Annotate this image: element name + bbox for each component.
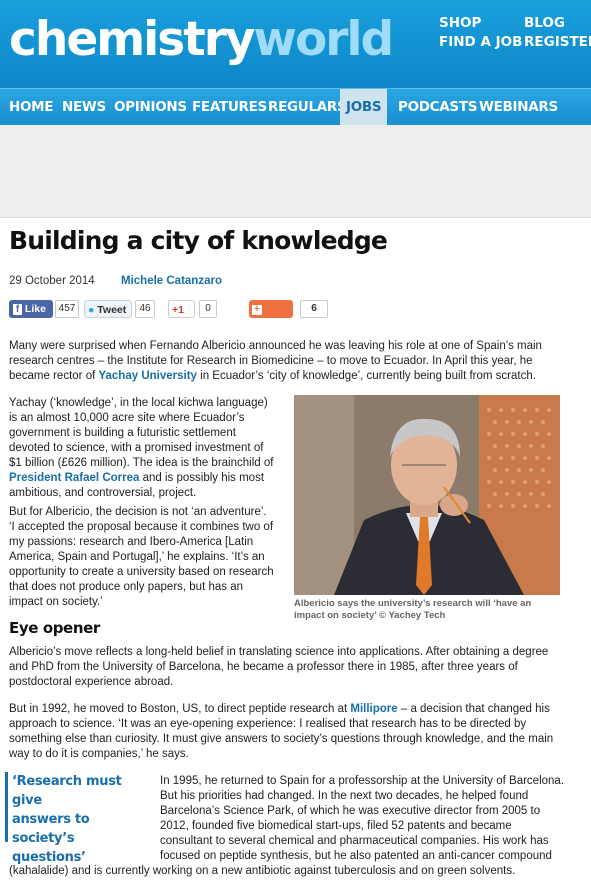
text-line: that does not produce only papers, but h… <box>9 581 243 593</box>
tweet-label: Tweet <box>97 304 127 316</box>
caption-line: impact on society’ © Yachey Tech <box>294 610 446 621</box>
text-fragment: in Ecuador’s ‘city of knowledge’, curren… <box>196 370 536 382</box>
logo-chemistry: chemistry <box>9 12 256 67</box>
paragraph-yachay: Yachay (‘knowledge’, in the local kichwa… <box>9 396 289 501</box>
millipore-link[interactable]: Millipore <box>350 703 397 715</box>
tweet-button[interactable]: ● Tweet <box>84 300 132 318</box>
blog-link[interactable]: BLOG <box>524 14 591 33</box>
twitter-bird-icon: ● <box>88 304 95 316</box>
text-fragment: and is possibly his most <box>139 472 265 484</box>
paragraph-intro: Many were surprised when Fernando Alberi… <box>9 339 584 384</box>
text-line: approach to science. ‘It was an eye-open… <box>9 718 527 730</box>
text-line: consultant to several chemical and pharm… <box>160 835 549 847</box>
text-line: government is building a futuristic sett… <box>9 427 236 439</box>
text-line: focused on peptide synthesis, but he als… <box>160 850 552 862</box>
site-logo[interactable]: chemistryworld <box>9 10 395 70</box>
top-links-right: BLOG REGISTER <box>524 14 591 52</box>
text-line: something else than curiosity. It must g… <box>9 733 554 745</box>
text-line: my passions: research and Ibero-America … <box>9 536 254 548</box>
like-count: 457 <box>55 300 79 318</box>
nav-opinions[interactable]: OPINIONS <box>114 89 187 125</box>
nav-home[interactable]: HOME <box>9 89 54 125</box>
pull-quote: ‘Research must give answers to society’s… <box>5 772 148 865</box>
logo-world: world <box>253 12 395 67</box>
text-fragment: But in 1992, he moved to Boston, US, to … <box>9 703 351 715</box>
nav-webinars[interactable]: WEBINARS <box>479 89 558 125</box>
article-author[interactable]: Michele Catanzaro <box>121 275 222 287</box>
text-fragment: – a decision that changed his <box>397 703 550 715</box>
paragraph-barcelona: In 1995, he returned to Spain for a prof… <box>160 774 585 864</box>
text-line: opportunity to create a university based… <box>9 566 274 578</box>
register-link[interactable]: REGISTER <box>524 33 591 52</box>
find-a-job-link[interactable]: FIND A JOB <box>439 33 522 52</box>
share-button[interactable]: + Share <box>249 300 293 333</box>
text-line: is an almost 10,000 acre site where Ecua… <box>9 412 245 424</box>
share-count: 6 <box>300 300 328 318</box>
text-line: became rector of Yachay University in Ec… <box>9 369 584 384</box>
text-line: devoted to science, with a promised inve… <box>9 442 264 454</box>
paragraph-boston: But in 1992, he moved to Boston, US, to … <box>9 702 584 762</box>
yachay-university-link[interactable]: Yachay University <box>98 370 196 382</box>
text-line: Barcelona’s Science Park, of which he wa… <box>160 805 541 817</box>
subheading-eye-opener: Eye opener <box>9 619 100 637</box>
share-label: Share <box>252 321 282 333</box>
paragraph-barcelona-last-line: (kahalalide) and is currently working on… <box>9 865 516 877</box>
google-plus-button[interactable]: +1 <box>168 300 195 318</box>
paragraph-belief: Albericio’s move reflects a long-held be… <box>9 645 584 690</box>
albericio-photo <box>294 395 560 595</box>
nav-news[interactable]: NEWS <box>62 89 106 125</box>
text-line: But in 1992, he moved to Boston, US, to … <box>9 702 584 717</box>
share-plus-icon: + <box>252 305 262 315</box>
site-header: chemistryworld SHOP FIND A JOB BLOG REGI… <box>0 0 591 88</box>
caption-line: Albericio says the university’s research… <box>294 598 532 609</box>
text-line: and PhD from the University of Barcelona… <box>9 661 518 673</box>
text-line: Albericio’s move reflects a long-held be… <box>9 646 549 658</box>
ad-banner-area <box>0 125 591 218</box>
text-line: But his priorities had changed. In the n… <box>160 790 529 802</box>
facebook-icon: f <box>13 304 22 315</box>
text-line: postdoctoral experience abroad. <box>9 676 174 688</box>
text-line: 2012, founded five biomedical start-ups,… <box>160 820 512 832</box>
text-line: research centres – the Institute for Res… <box>9 355 533 367</box>
like-label: Like <box>24 303 46 315</box>
text-line: $1 billion (£626 million). The idea is t… <box>9 457 274 469</box>
text-line: ambitious, and controversial, project. <box>9 487 197 499</box>
nav-jobs[interactable]: JOBS <box>340 89 388 125</box>
nav-regulars[interactable]: REGULARS <box>268 89 347 125</box>
article-date: 29 October 2014 <box>9 275 95 287</box>
google-plus-count: 0 <box>199 300 217 318</box>
text-line: way to do it is companies,’ he says. <box>9 748 189 760</box>
google-plus-label: +1 <box>172 304 184 316</box>
nav-podcasts[interactable]: PODCASTS <box>398 89 477 125</box>
text-line: Yachay (‘knowledge’, in the local kichwa… <box>9 397 268 409</box>
text-line: In 1995, he returned to Spain for a prof… <box>160 775 565 787</box>
article-title: Building a city of knowledge <box>9 226 388 255</box>
tweet-count: 46 <box>135 300 155 318</box>
main-nav: HOME NEWS OPINIONS FEATURES REGULARS JOB… <box>0 88 591 125</box>
text-line: Many were surprised when Fernando Alberi… <box>9 340 542 352</box>
text-line: America, Spain and Portugal],’ he explai… <box>9 551 265 563</box>
photo-illustration <box>294 395 560 595</box>
photo-caption: Albericio says the university’s research… <box>294 598 560 622</box>
top-links-left: SHOP FIND A JOB <box>439 14 522 52</box>
facebook-like-button[interactable]: f Like <box>9 300 53 318</box>
nav-features[interactable]: FEATURES <box>192 89 267 125</box>
shop-link[interactable]: SHOP <box>439 14 522 33</box>
text-line: President Rafael Correa and is possibly … <box>9 471 289 486</box>
share-bar: f Like 457 ● Tweet 46 +1 0 + Share 6 <box>0 300 591 333</box>
text-fragment: became rector of <box>9 370 99 382</box>
text-line: But for Albericio, the decision is not ‘… <box>9 506 267 518</box>
paragraph-adventure: But for Albericio, the decision is not ‘… <box>9 505 289 610</box>
text-line: ‘I accepted the proposal because it comb… <box>9 521 274 533</box>
text-line: impact on society.’ <box>9 596 103 608</box>
pull-quote-line: answers to society’s <box>12 812 90 846</box>
president-correa-link[interactable]: President Rafael Correa <box>9 472 139 484</box>
pull-quote-line: ‘Research must give <box>12 774 122 808</box>
